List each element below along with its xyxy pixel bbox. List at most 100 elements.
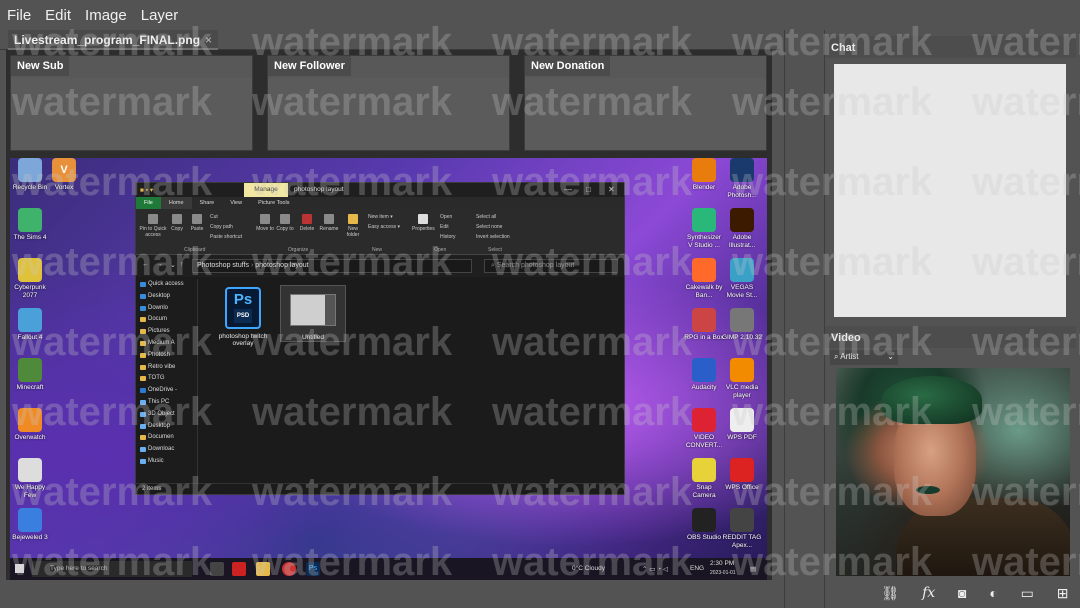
- new-layer-icon[interactable]: ⊞: [1057, 585, 1069, 602]
- nav-item[interactable]: 3D Object: [136, 409, 197, 421]
- nav-item[interactable]: Medium A: [136, 338, 197, 350]
- new-item-button[interactable]: New item ▾: [368, 214, 393, 220]
- desktop-icon[interactable]: WPS Office: [722, 458, 762, 492]
- desktop-icon[interactable]: Blender: [684, 158, 724, 192]
- desktop-icon[interactable]: GIMP 2.10.32: [722, 308, 762, 342]
- panel-divider[interactable]: [824, 30, 825, 608]
- nav-item[interactable]: Desktop: [136, 291, 197, 303]
- menu-image[interactable]: Image: [85, 7, 127, 24]
- panel-divider[interactable]: [784, 30, 785, 608]
- pin-button[interactable]: Pin to Quick access: [138, 214, 168, 238]
- move-to-button[interactable]: Move to: [254, 214, 276, 232]
- desktop-icon[interactable]: VLC media player: [722, 358, 762, 400]
- tab-picture-tools[interactable]: Picture Tools: [250, 197, 297, 209]
- copy-path-button[interactable]: Copy path: [210, 224, 233, 230]
- desktop-icon[interactable]: REDDIT TAG Apex...: [722, 508, 762, 550]
- task-view-icon[interactable]: [210, 562, 224, 576]
- manage-tab[interactable]: Manage: [244, 183, 288, 197]
- rename-button[interactable]: Rename: [318, 214, 340, 232]
- nav-item[interactable]: Quick access: [136, 279, 197, 291]
- back-icon[interactable]: ←: [142, 261, 149, 268]
- chat-area[interactable]: [834, 64, 1066, 317]
- tab-view[interactable]: View: [222, 197, 250, 209]
- tray-icons[interactable]: ⌃ ▭ ◔ ◁: [642, 565, 668, 573]
- select-none-button[interactable]: Select none: [476, 224, 502, 230]
- nav-item[interactable]: Retro vibe: [136, 362, 197, 374]
- clock-date[interactable]: 2023-01-01: [710, 570, 736, 576]
- desktop-icon[interactable]: We Happy Few: [10, 458, 50, 500]
- desktop-icon[interactable]: Synthesizer V Studio ...: [684, 208, 724, 250]
- cut-button[interactable]: Cut: [210, 214, 218, 220]
- menu-layer[interactable]: Layer: [141, 7, 179, 24]
- canvas[interactable]: New Sub New Follower New Donation Recycl…: [6, 50, 772, 580]
- desktop-icon[interactable]: RPG in a Box: [684, 308, 724, 342]
- desktop-icon[interactable]: Cakewalk by Ban...: [684, 258, 724, 300]
- paste-button[interactable]: Paste: [186, 214, 208, 232]
- desktop-icon[interactable]: OBS Studio: [684, 508, 724, 542]
- file-item-psd[interactable]: Ps PSD photoshop twitch overlay: [210, 285, 276, 347]
- tab-home[interactable]: Home: [160, 197, 192, 209]
- minimize-icon[interactable]: —: [564, 185, 572, 194]
- desktop-icon[interactable]: VEGAS Movie St...: [722, 258, 762, 300]
- history-button[interactable]: History: [440, 234, 456, 240]
- folder-icon[interactable]: ▭: [1021, 585, 1034, 602]
- language[interactable]: ENG: [690, 565, 704, 572]
- search-input[interactable]: ⌕ Search photoshop layout: [484, 259, 618, 273]
- weather-widget[interactable]: 0°C Cloudy: [572, 565, 605, 572]
- photoshop-taskbar-icon[interactable]: Ps: [306, 562, 320, 576]
- nav-item[interactable]: Pictures: [136, 326, 197, 338]
- copy-to-button[interactable]: Copy to: [274, 214, 296, 232]
- breadcrumb-item[interactable]: photoshop layout: [255, 262, 308, 269]
- invert-selection-button[interactable]: Invert selection: [476, 234, 510, 240]
- desktop-icon[interactable]: Cyberpunk 2077: [10, 258, 50, 300]
- desktop-icon[interactable]: Minecraft: [10, 358, 50, 392]
- opera-taskbar-icon[interactable]: [282, 562, 296, 576]
- desktop-icon[interactable]: WPS PDF: [722, 408, 762, 442]
- mask-icon[interactable]: ◙: [958, 585, 966, 601]
- desktop-icon[interactable]: Audacity: [684, 358, 724, 392]
- easy-access-button[interactable]: Easy access ▾: [368, 224, 400, 230]
- clock-time[interactable]: 2:30 PM: [710, 560, 734, 567]
- fx-icon[interactable]: fx: [922, 585, 935, 601]
- nav-item[interactable]: This PC: [136, 397, 197, 409]
- file-item-untitled[interactable]: Untitled: [280, 285, 346, 342]
- properties-button[interactable]: Properties: [412, 214, 435, 232]
- breadcrumb-item[interactable]: Photoshop stuffs: [197, 262, 249, 269]
- desktop-icon[interactable]: Overwatch: [10, 408, 50, 442]
- link-icon[interactable]: ⛓: [881, 585, 899, 602]
- delete-button[interactable]: Delete: [296, 214, 318, 232]
- explorer-taskbar-icon[interactable]: [256, 562, 270, 576]
- desktop-icon[interactable]: Fallout 4: [10, 308, 50, 342]
- edit-button[interactable]: Edit: [440, 224, 449, 230]
- up-icon[interactable]: ↑: [180, 261, 184, 268]
- paste-shortcut-button[interactable]: Paste shortcut: [210, 234, 242, 240]
- desktop-icon[interactable]: Adobe Illustrat...: [722, 208, 762, 250]
- nav-item[interactable]: Photosh: [136, 350, 197, 362]
- tab-file[interactable]: File: [136, 197, 161, 209]
- desktop-icon[interactable]: Bejeweled 3: [10, 508, 50, 542]
- tab-share[interactable]: Share: [192, 197, 223, 209]
- nav-item[interactable]: Downlo: [136, 303, 197, 315]
- desktop-icon[interactable]: Snap Camera: [684, 458, 724, 500]
- nav-item[interactable]: Desktop: [136, 421, 197, 433]
- nav-item[interactable]: OneDrive -: [136, 385, 197, 397]
- taskbar-search[interactable]: Type here to search: [32, 561, 192, 577]
- close-window-icon[interactable]: ✕: [608, 185, 615, 194]
- select-all-button[interactable]: Select all: [476, 214, 496, 220]
- wps-taskbar-icon[interactable]: [232, 562, 246, 576]
- nav-item[interactable]: Docum: [136, 314, 197, 326]
- menu-file[interactable]: File: [7, 7, 31, 24]
- adjustment-icon[interactable]: ◐: [989, 585, 997, 601]
- windows-start-icon[interactable]: [15, 564, 24, 573]
- notification-icon[interactable]: ▤: [750, 565, 756, 573]
- new-folder-button[interactable]: New folder: [342, 214, 364, 238]
- video-source-dropdown[interactable]: ⌕ Artist ⌄: [830, 350, 898, 365]
- forward-icon[interactable]: →: [156, 261, 163, 268]
- menu-edit[interactable]: Edit: [45, 7, 71, 24]
- document-tab[interactable]: Livestream_program_FINAL.png ×: [8, 30, 219, 50]
- copy-button[interactable]: Copy: [166, 214, 188, 232]
- chevron-down-icon[interactable]: ⌄: [170, 261, 176, 269]
- desktop-icon[interactable]: VIDEO CONVERT...: [684, 408, 724, 450]
- nav-item[interactable]: TOTG: [136, 373, 197, 385]
- close-icon[interactable]: ×: [205, 33, 212, 47]
